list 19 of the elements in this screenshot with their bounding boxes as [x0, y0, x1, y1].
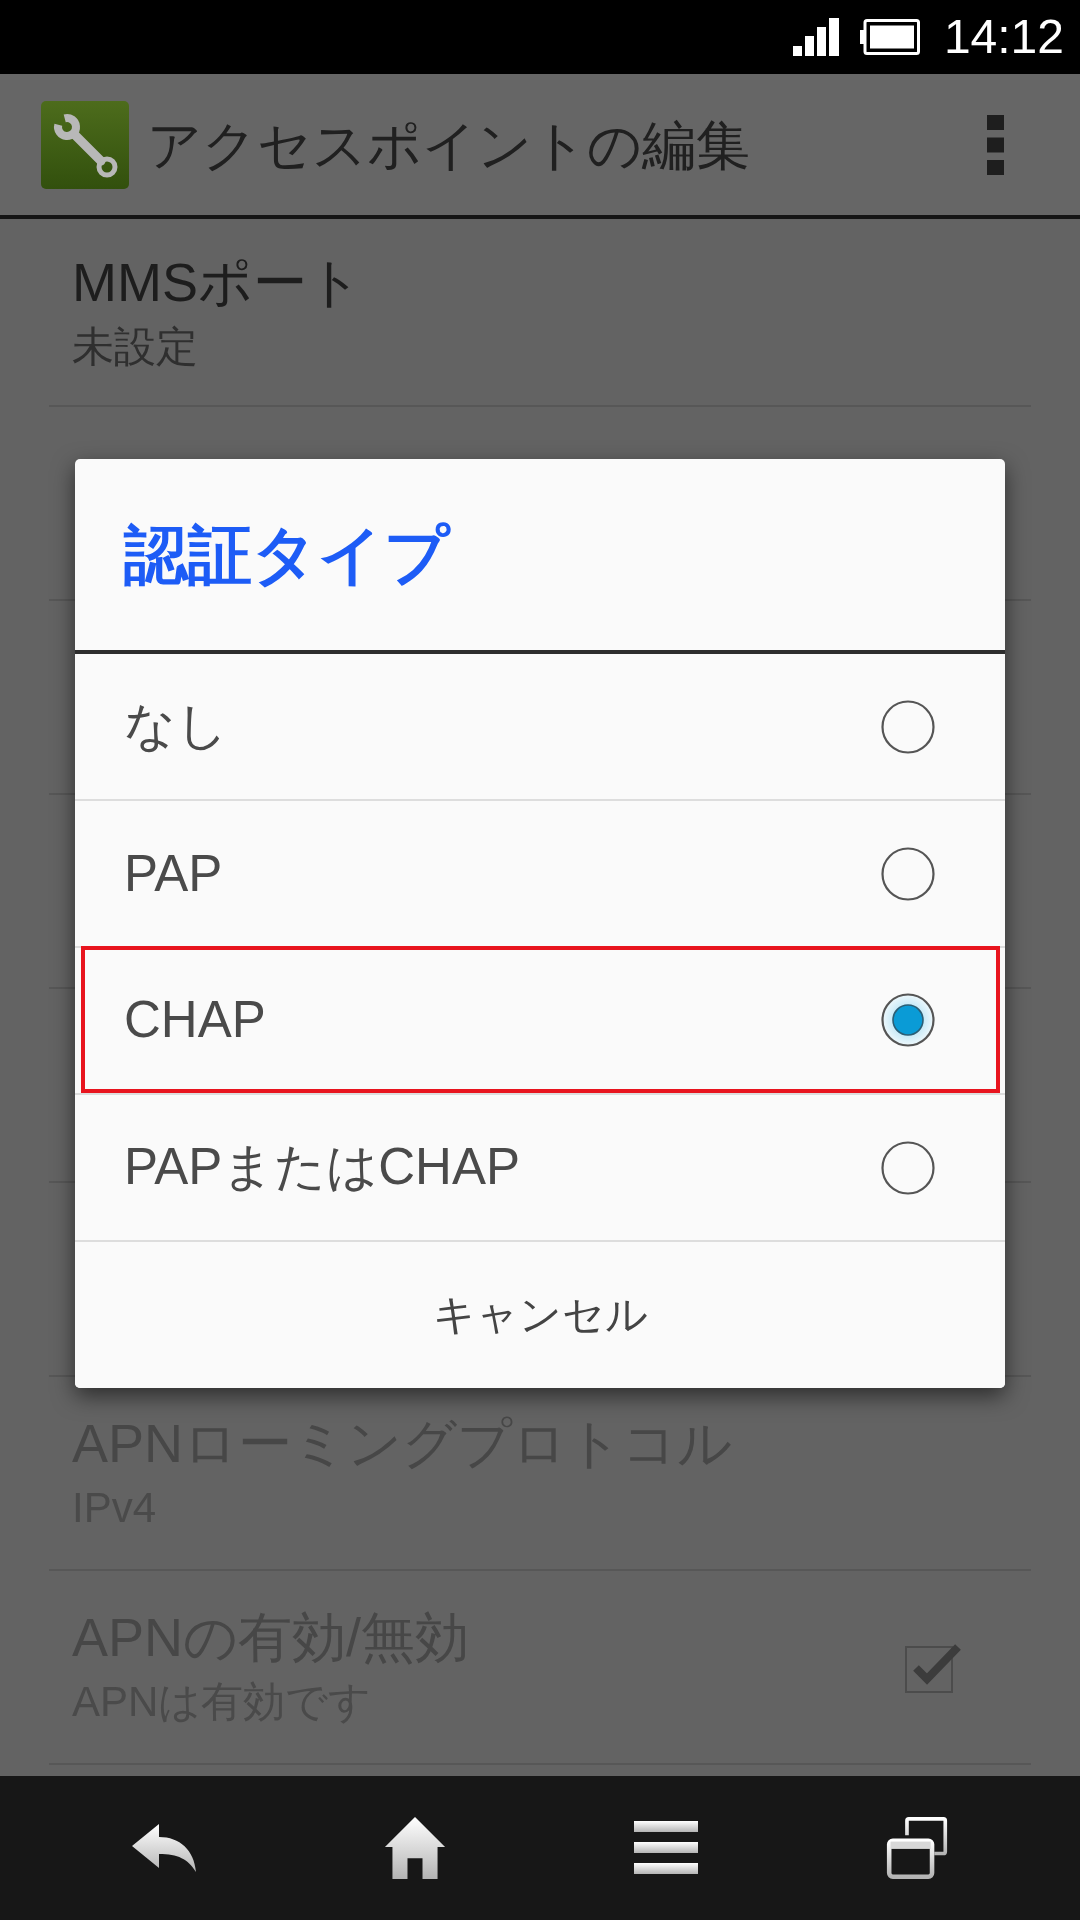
auth-type-option[interactable]: なし: [75, 654, 1005, 799]
auth-type-option[interactable]: PAP: [75, 801, 1005, 946]
overflow-menu-icon[interactable]: [987, 114, 1004, 175]
battery-icon: [859, 19, 920, 55]
wrench-icon[interactable]: [41, 100, 129, 189]
radio-button[interactable]: [881, 1140, 935, 1195]
screen-title: アクセスポイントの編集: [147, 113, 750, 177]
recent-apps-icon[interactable]: [884, 1817, 949, 1879]
auth-type-option[interactable]: CHAP: [81, 946, 1000, 1093]
signal-icon: [792, 18, 839, 56]
status-time: 14:12: [943, 9, 1064, 65]
home-icon[interactable]: [382, 1817, 447, 1879]
auth-type-option[interactable]: PAPまたはCHAP: [75, 1095, 1005, 1240]
radio-button[interactable]: [881, 699, 935, 754]
cancel-button[interactable]: キャンセル: [75, 1240, 1005, 1388]
preference-title: MMSポート: [72, 251, 362, 314]
radio-button[interactable]: [881, 846, 935, 901]
radio-button[interactable]: [881, 992, 935, 1047]
dialog-title: 認証タイプ: [124, 517, 450, 593]
